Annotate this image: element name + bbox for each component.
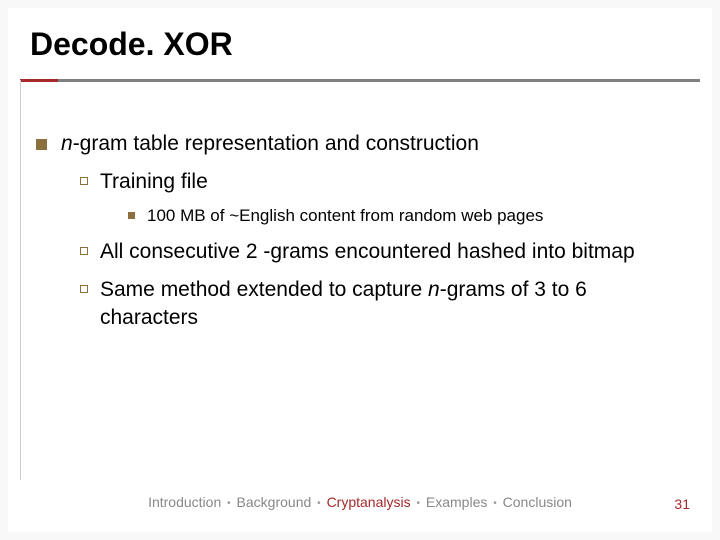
bullet-text: Training file xyxy=(100,168,208,196)
bullet-level3: 100 MB of ~English content from random w… xyxy=(128,205,684,228)
footer-item: Examples xyxy=(426,494,487,510)
separator-icon: • xyxy=(227,498,231,509)
bullet-text: All consecutive 2 -grams encountered has… xyxy=(100,238,635,266)
separator-icon: • xyxy=(416,498,420,509)
bullet-level2: All consecutive 2 -grams encountered has… xyxy=(80,238,684,266)
bullet-text: 100 MB of ~English content from random w… xyxy=(147,205,543,228)
square-bullet-icon xyxy=(36,139,47,150)
italic-n: n xyxy=(61,132,73,155)
footer-item: Conclusion xyxy=(503,494,572,510)
l2c-pre: Same method extended to capture xyxy=(100,278,428,301)
title-area: Decode. XOR xyxy=(8,8,712,73)
title-underline xyxy=(20,79,700,82)
footer-breadcrumb: Introduction • Background • Cryptanalysi… xyxy=(8,494,712,510)
separator-icon: • xyxy=(317,498,321,509)
footer-item: Background xyxy=(237,494,312,510)
bullet-level2: Same method extended to capture n-grams … xyxy=(80,276,684,333)
hollow-square-bullet-icon xyxy=(80,247,88,255)
footer-item: Introduction xyxy=(148,494,221,510)
left-vertical-rule xyxy=(20,80,21,480)
bullet-text: Same method extended to capture n-grams … xyxy=(100,276,684,333)
title-underline-accent xyxy=(20,79,58,82)
l1-rest: -gram table representation and construct… xyxy=(73,132,479,155)
slide-body: n-gram table representation and construc… xyxy=(8,82,712,333)
separator-icon: • xyxy=(493,498,497,509)
bullet-level1: n-gram table representation and construc… xyxy=(36,130,684,158)
slide: Decode. XOR n-gram table representation … xyxy=(8,8,712,532)
hollow-square-bullet-icon xyxy=(80,285,88,293)
small-square-bullet-icon xyxy=(128,212,135,219)
bullet-level2: Training file xyxy=(80,168,684,196)
hollow-square-bullet-icon xyxy=(80,177,88,185)
slide-title: Decode. XOR xyxy=(30,26,690,63)
bullet-text: n-gram table representation and construc… xyxy=(61,130,479,158)
footer-item-active: Cryptanalysis xyxy=(327,494,411,510)
italic-n: n xyxy=(428,278,440,301)
page-number: 31 xyxy=(674,496,690,512)
